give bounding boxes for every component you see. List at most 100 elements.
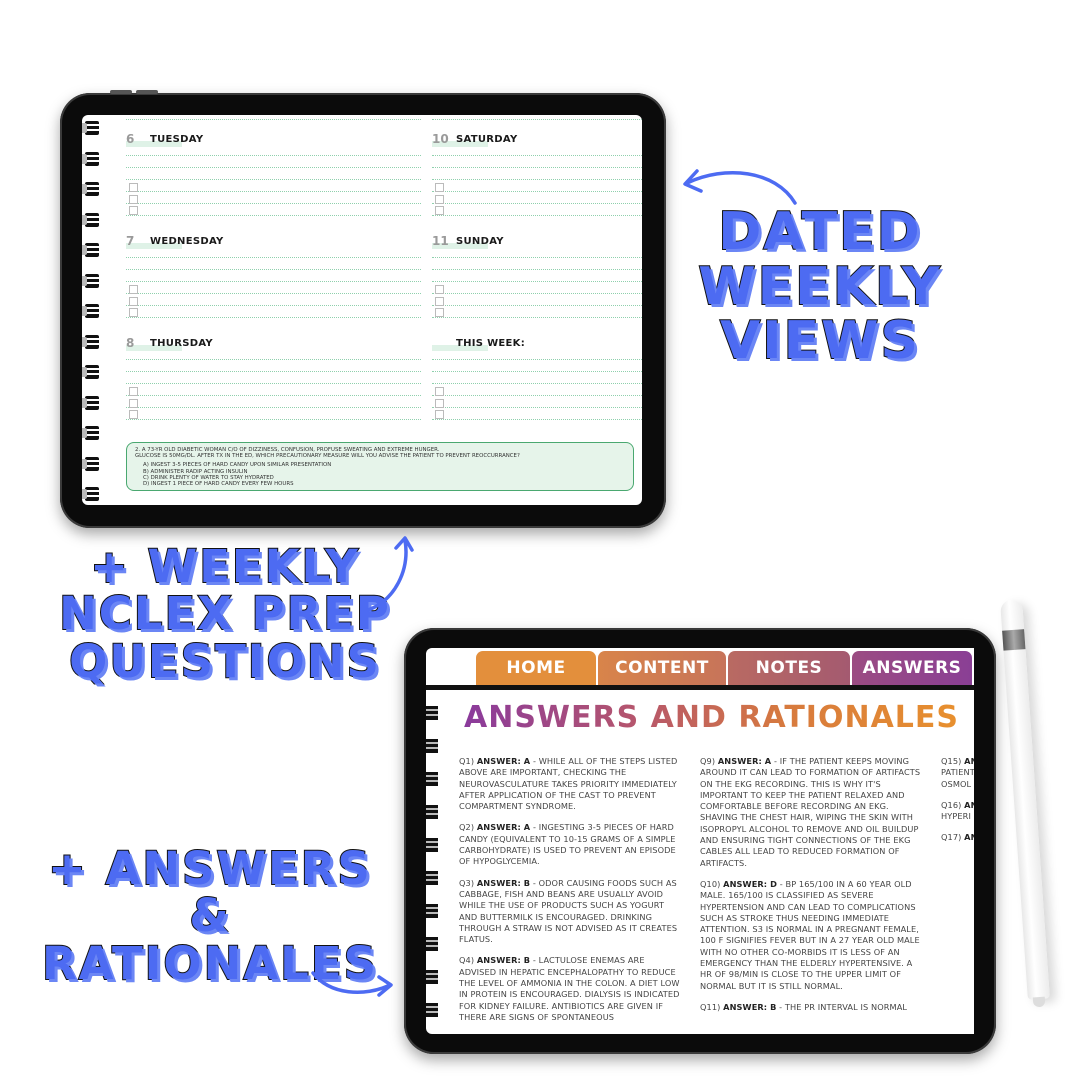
binder-ring xyxy=(82,121,99,135)
writing-line[interactable] xyxy=(126,167,421,168)
writing-line[interactable] xyxy=(126,179,421,180)
answer-label: ANSWER: A xyxy=(476,822,531,833)
arrow-icon xyxy=(311,971,393,997)
checkbox[interactable] xyxy=(435,399,444,408)
binder-ring xyxy=(426,739,438,753)
writing-line[interactable] xyxy=(126,419,421,420)
writing-line[interactable] xyxy=(126,383,421,384)
tablet-answers: HOME CONTENT NOTES ANSWERS ANSWERS AND R… xyxy=(404,628,996,1054)
writing-line[interactable] xyxy=(126,305,421,306)
checkbox[interactable] xyxy=(129,206,138,215)
answer-entry: Q16) AN FACTOR REPEAT RISEN S ONE DA FOR… xyxy=(941,800,974,823)
planner-day: 8 THURSDAY xyxy=(126,319,421,421)
writing-line[interactable] xyxy=(126,395,421,396)
answer-entry: Q2) ANSWER: A - INGESTING 3-5 PIECES OF … xyxy=(459,822,681,867)
question-number: Q11) xyxy=(700,1001,724,1012)
checkbox[interactable] xyxy=(129,285,138,294)
binder-ring xyxy=(426,772,438,786)
writing-line[interactable] xyxy=(432,167,642,168)
writing-line[interactable] xyxy=(432,215,642,216)
checkbox[interactable] xyxy=(435,183,444,192)
checkbox[interactable] xyxy=(129,308,138,317)
writing-line[interactable] xyxy=(432,269,642,270)
writing-line[interactable] xyxy=(432,203,642,204)
checkbox[interactable] xyxy=(435,206,444,215)
writing-line[interactable] xyxy=(432,119,642,120)
writing-line[interactable] xyxy=(126,317,421,318)
writing-line[interactable] xyxy=(432,407,642,408)
checkbox[interactable] xyxy=(435,387,444,396)
writing-line[interactable] xyxy=(432,305,642,306)
binder-ring xyxy=(426,937,438,951)
answer-entry: Q10) ANSWER: D - BP 165/100 IN A 60 YEAR… xyxy=(700,879,922,992)
writing-line[interactable] xyxy=(126,281,421,282)
writing-line[interactable] xyxy=(432,395,642,396)
page-title: ANSWERS AND RATIONALES xyxy=(464,700,959,735)
planner-left-column: 6 TUESDAY 7 WEDNESDAY 8 THURSDAY xyxy=(126,115,421,421)
answer-entry: Q1) ANSWER: A - WHILE ALL OF THE STEPS L… xyxy=(459,756,681,812)
writing-line[interactable] xyxy=(432,293,642,294)
checkbox[interactable] xyxy=(129,399,138,408)
writing-line[interactable] xyxy=(126,191,421,192)
writing-line[interactable] xyxy=(432,359,642,360)
checkbox[interactable] xyxy=(435,195,444,204)
callout-weekly-nclex: + WEEKLY NCLEX PREP QUESTIONS xyxy=(58,540,391,688)
planner-day: THIS WEEK: xyxy=(432,319,642,421)
writing-line[interactable] xyxy=(432,191,642,192)
checkbox[interactable] xyxy=(129,387,138,396)
option-d[interactable]: D) INGEST 1 PIECE OF HARD CANDY EVERY FE… xyxy=(143,481,625,487)
writing-line[interactable] xyxy=(432,383,642,384)
day-number: 7 xyxy=(126,234,135,248)
question-number: Q1) xyxy=(459,756,477,766)
tab-notes[interactable]: NOTES xyxy=(728,651,850,685)
writing-line[interactable] xyxy=(432,419,642,420)
writing-line[interactable] xyxy=(126,371,421,372)
question-number: Q9) xyxy=(700,756,718,766)
writing-line[interactable] xyxy=(126,215,421,216)
checkbox[interactable] xyxy=(435,410,444,419)
binder-ring xyxy=(82,273,99,288)
writing-line[interactable] xyxy=(432,155,642,156)
tab-content[interactable]: CONTENT xyxy=(598,651,726,685)
writing-line[interactable] xyxy=(126,407,421,408)
writing-line[interactable] xyxy=(126,119,421,120)
checkbox[interactable] xyxy=(129,297,138,306)
tab-answers[interactable]: ANSWERS xyxy=(852,651,972,685)
writing-line[interactable] xyxy=(126,269,421,270)
answers-column-1: Q1) ANSWER: A - WHILE ALL OF THE STEPS L… xyxy=(459,756,681,1033)
day-name: THURSDAY xyxy=(150,337,213,349)
writing-line[interactable] xyxy=(126,293,421,294)
writing-line[interactable] xyxy=(432,317,642,318)
answers-column-3: Q15) AN BEFORE HYPOTE SYNCO PHOBIA STIMU… xyxy=(941,756,974,854)
writing-line[interactable] xyxy=(126,359,421,360)
binder-ring xyxy=(426,904,438,918)
planner-day: 10 SATURDAY xyxy=(432,115,642,217)
answer-label: ANSWER: B xyxy=(476,877,531,888)
checkbox[interactable] xyxy=(435,308,444,317)
writing-line[interactable] xyxy=(126,155,421,156)
planner-right-column: 10 SATURDAY 11 SUNDAY THIS WEEK: xyxy=(432,115,642,421)
tab-home[interactable]: HOME xyxy=(476,651,596,685)
planner-day: 11 SUNDAY xyxy=(432,217,642,319)
checkbox[interactable] xyxy=(129,183,138,192)
checkbox[interactable] xyxy=(129,410,138,419)
writing-line[interactable] xyxy=(126,257,421,258)
checkbox[interactable] xyxy=(435,285,444,294)
answer-entry: Q11) ANSWER: B - THE PR INTERVAL IS NORM… xyxy=(700,1002,922,1013)
binder-ring xyxy=(82,304,99,318)
answer-label: ANSWER: A xyxy=(476,756,531,766)
day-number: 8 xyxy=(126,336,135,350)
writing-line[interactable] xyxy=(432,179,642,180)
writing-line[interactable] xyxy=(432,281,642,282)
binder-ring xyxy=(426,871,438,885)
nclex-question-box: 2. A 73-YR OLD DIABETIC WOMAN C/O OF DIZ… xyxy=(126,442,634,491)
writing-line[interactable] xyxy=(432,371,642,372)
rationale-text: - IF THE PATIENT KEEPS MOVING AROUND IT … xyxy=(700,756,921,868)
writing-line[interactable] xyxy=(126,203,421,204)
day-name: TUESDAY xyxy=(150,133,204,145)
answer-entry: Q15) AN BEFORE HYPOTE SYNCO PHOBIA STIMU… xyxy=(941,756,974,790)
writing-line[interactable] xyxy=(432,257,642,258)
checkbox[interactable] xyxy=(435,297,444,306)
checkbox[interactable] xyxy=(129,195,138,204)
arrow-icon xyxy=(683,169,797,205)
